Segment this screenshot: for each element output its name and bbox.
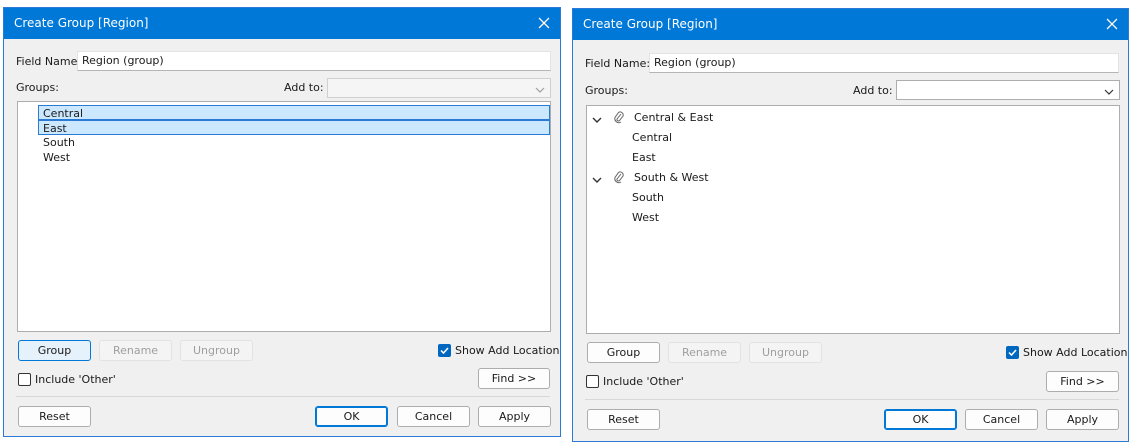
- tree-child-row[interactable]: East: [587, 149, 1119, 167]
- show-add-location-label: Show Add Location: [1023, 346, 1128, 359]
- tree-child-row[interactable]: South: [587, 189, 1119, 207]
- tree-child-label: East: [632, 151, 656, 164]
- show-add-location-checkbox[interactable]: [1006, 346, 1019, 359]
- add-to-select[interactable]: [896, 80, 1120, 100]
- include-other-checkbox[interactable]: [586, 375, 599, 388]
- find-button[interactable]: Find >>: [1046, 371, 1119, 392]
- field-name-input[interactable]: Region (group): [649, 53, 1119, 73]
- add-to-label: Add to:: [284, 81, 324, 94]
- ungroup-button[interactable]: Ungroup: [749, 342, 822, 363]
- divider: [585, 399, 1119, 400]
- list-item[interactable]: Central: [38, 105, 550, 120]
- field-name-label: Field Name:: [16, 55, 82, 68]
- rename-button[interactable]: Rename: [668, 342, 741, 363]
- list-item-label: South: [43, 136, 75, 149]
- divider: [16, 396, 550, 397]
- dialog-title: Create Group [Region]: [583, 17, 718, 31]
- tree-child-label: South: [632, 191, 664, 204]
- reset-button[interactable]: Reset: [18, 406, 91, 427]
- tree-group-label: Central & East: [634, 111, 714, 124]
- add-to-label: Add to:: [853, 84, 893, 97]
- cancel-button[interactable]: Cancel: [965, 409, 1038, 430]
- ungroup-button[interactable]: Ungroup: [180, 340, 253, 361]
- dialog-title-bar[interactable]: Create Group [Region]: [4, 8, 560, 39]
- chevron-down-icon: [535, 84, 545, 93]
- groups-label: Groups:: [585, 84, 628, 97]
- apply-button[interactable]: Apply: [478, 406, 551, 427]
- group-button[interactable]: Group: [18, 340, 91, 361]
- create-group-dialog-grouped: Create Group [Region] Field Name: Region…: [572, 8, 1129, 442]
- list-item-label: East: [43, 122, 67, 135]
- rename-button[interactable]: Rename: [99, 340, 172, 361]
- cancel-button[interactable]: Cancel: [397, 406, 470, 427]
- dialog-title-bar[interactable]: Create Group [Region]: [573, 9, 1128, 40]
- list-item-label: Central: [43, 107, 84, 120]
- close-icon[interactable]: [536, 15, 552, 31]
- ok-button[interactable]: OK: [884, 409, 957, 430]
- list-item[interactable]: South: [38, 135, 550, 150]
- chevron-down-icon: [1104, 86, 1114, 95]
- paperclip-icon: [613, 110, 625, 128]
- paperclip-icon: [613, 170, 625, 188]
- tree-group-row[interactable]: South & West: [587, 169, 1119, 187]
- groups-label: Groups:: [16, 81, 59, 94]
- chevron-down-icon[interactable]: [592, 173, 602, 188]
- close-icon[interactable]: [1104, 16, 1120, 32]
- show-add-location-checkbox[interactable]: [438, 344, 451, 357]
- tree-child-row[interactable]: Central: [587, 129, 1119, 147]
- ok-button[interactable]: OK: [315, 406, 388, 427]
- find-button[interactable]: Find >>: [478, 368, 550, 389]
- list-item-label: West: [43, 151, 71, 164]
- include-other-checkbox[interactable]: [18, 373, 31, 386]
- include-other-label: Include 'Other': [35, 373, 116, 386]
- field-name-label: Field Name:: [585, 57, 651, 70]
- group-button[interactable]: Group: [587, 342, 660, 363]
- groups-list[interactable]: Central East South West: [17, 101, 551, 332]
- tree-child-label: West: [632, 211, 660, 224]
- field-name-input[interactable]: Region (group): [77, 51, 551, 71]
- groups-tree[interactable]: Central & East Central East South & West…: [586, 105, 1120, 334]
- add-to-select: [327, 78, 551, 98]
- list-item[interactable]: East: [38, 120, 550, 135]
- show-add-location-label: Show Add Location: [455, 344, 560, 357]
- tree-group-label: South & West: [634, 171, 709, 184]
- reset-button[interactable]: Reset: [587, 409, 660, 430]
- include-other-label: Include 'Other': [603, 375, 684, 388]
- tree-group-row[interactable]: Central & East: [587, 109, 1119, 127]
- tree-child-row[interactable]: West: [587, 209, 1119, 227]
- apply-button[interactable]: Apply: [1046, 409, 1119, 430]
- dialog-title: Create Group [Region]: [14, 16, 149, 30]
- chevron-down-icon[interactable]: [592, 113, 602, 128]
- list-item[interactable]: West: [38, 150, 550, 165]
- create-group-dialog-ungrouped: Create Group [Region] Field Name: Region…: [3, 7, 561, 437]
- tree-child-label: Central: [632, 131, 673, 144]
